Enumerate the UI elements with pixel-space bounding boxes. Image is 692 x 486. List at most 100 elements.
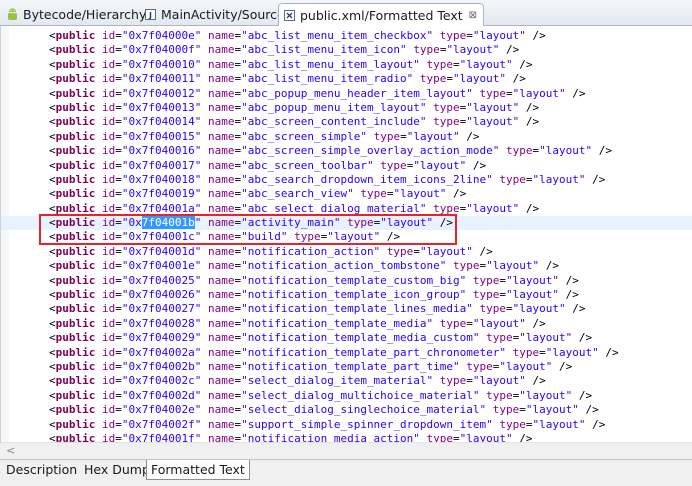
id-attribute: id: [102, 86, 116, 100]
code-line[interactable]: <public id="0x7f040012" name="abc_popup_…: [1, 87, 692, 101]
code-line[interactable]: <public id="0x7f04002c" name="select_dia…: [1, 374, 692, 388]
id-value: "0x7f04002f": [121, 417, 202, 431]
id-value: "0x7f040011": [121, 72, 202, 86]
tag-close: />: [572, 331, 593, 345]
code-line[interactable]: <public id="0x7f04001a" name="abc_select…: [1, 202, 692, 216]
id-value: "0x7f04000f": [121, 43, 202, 57]
type-value: "layout": [519, 331, 573, 345]
editor-tab-bar: Bytecode/Hierarchy J MainActivity/Source…: [0, 0, 692, 26]
code-line[interactable]: <public id="0x7f040028" name="notificati…: [1, 317, 692, 331]
tab-mainactivity-source[interactable]: J MainActivity/Source: [140, 3, 291, 26]
type-value: "layout": [512, 302, 566, 316]
tag-close: />: [565, 302, 586, 316]
id-attribute: id: [102, 288, 116, 302]
tag-keyword: public: [55, 29, 96, 42]
tag-open: <: [49, 187, 56, 201]
code-line[interactable]: <public id="0x7f04001c" name="build" typ…: [1, 230, 692, 244]
tag-open: <: [49, 374, 56, 388]
code-line[interactable]: <public id="0x7f04002e" name="select_dia…: [1, 403, 692, 417]
id-attribute: id: [102, 201, 116, 215]
tag-open: <: [49, 86, 56, 100]
code-line[interactable]: <public id="0x7f040029" name="notificati…: [1, 331, 692, 345]
name-attribute: name: [207, 201, 235, 215]
tag-close: />: [559, 288, 579, 302]
code-line[interactable]: <public id="0x7f040027" name="notificati…: [1, 302, 692, 316]
tab-label: Bytecode/Hierarchy: [23, 7, 147, 22]
id-attribute: id: [102, 187, 116, 201]
source-file-icon: J: [145, 9, 156, 20]
code-editor[interactable]: <public id="0x7f04000e" name="abc_list_m…: [0, 26, 692, 445]
svg-text:J: J: [148, 11, 152, 20]
code-line[interactable]: <public id="0x7f04002b" name="notificati…: [1, 360, 692, 374]
code-line[interactable]: <public id="0x7f040025" name="notificati…: [1, 274, 692, 288]
code-line[interactable]: <public id="0x7f040026" name="notificati…: [1, 288, 692, 302]
tab-public-xml-formatted[interactable]: public.xml/Formatted Text ⊠: [278, 3, 485, 26]
type-value: "layout": [327, 230, 381, 244]
tab-bytecode-hierarchy[interactable]: Bytecode/Hierarchy: [2, 3, 152, 26]
tag-close: />: [519, 201, 540, 215]
type-value: "layout": [413, 158, 467, 172]
id-attribute: id: [102, 129, 116, 143]
code-line[interactable]: <public id="0x7f04002d" name="select_dia…: [1, 389, 692, 403]
type-value: "layout": [453, 72, 507, 86]
type-attribute: type: [466, 359, 493, 373]
code-line[interactable]: <public id="0x7f04000e" name="abc_list_m…: [1, 29, 692, 43]
code-lines: <public id="0x7f04000e" name="abc_list_m…: [1, 29, 692, 446]
code-line[interactable]: <public id="0x7f040018" name="abc_search…: [1, 173, 692, 187]
tag-close: />: [519, 115, 540, 129]
tag-close: />: [525, 374, 546, 388]
code-line[interactable]: <public id="0x7f04001e" name="notificati…: [1, 259, 692, 273]
tab-hex-dump[interactable]: Hex Dump: [80, 460, 155, 480]
tag-keyword: public: [55, 129, 96, 143]
name-attribute: name: [207, 244, 235, 258]
android-icon: [8, 8, 17, 20]
tag-open: <: [49, 302, 56, 316]
horizontal-scrollbar[interactable]: <: [0, 442, 692, 459]
type-attribute: type: [360, 187, 387, 201]
close-tab-icon[interactable]: ⊠: [469, 10, 477, 21]
type-attribute: type: [479, 302, 507, 316]
name-value: "abc_list_menu_item_icon": [241, 43, 407, 57]
tag-open: <: [49, 144, 56, 158]
code-line[interactable]: <public id="0x7f040017" name="abc_screen…: [1, 159, 692, 173]
type-attribute: type: [373, 129, 401, 143]
tag-open: <: [49, 288, 56, 302]
type-attribute: type: [380, 158, 407, 172]
tab-formatted-text[interactable]: Formatted Text: [146, 460, 250, 480]
tag-keyword: public: [55, 86, 96, 100]
code-line[interactable]: <public id="0x7f04002f" name="support_si…: [1, 418, 692, 432]
type-value: "layout": [466, 100, 520, 114]
tag-close: />: [565, 86, 586, 100]
code-line[interactable]: <public id="0x7f040013" name="abc_popup_…: [1, 101, 692, 115]
tag-keyword: public: [55, 288, 96, 302]
code-line[interactable]: <public id="0x7f04000f" name="abc_list_m…: [1, 43, 692, 57]
type-value: "layout": [539, 144, 593, 158]
id-attribute: id: [102, 158, 116, 172]
id-value: "0x7f040015": [121, 129, 202, 143]
name-value: "notification_action_tombstone": [241, 259, 447, 273]
tab-description[interactable]: Description: [2, 460, 83, 480]
id-attribute: id: [102, 388, 116, 402]
tag-keyword: public: [55, 187, 96, 201]
tag-keyword: public: [55, 359, 96, 373]
name-attribute: name: [207, 129, 235, 143]
code-line[interactable]: <public id="0x7f040019" name="abc_search…: [1, 187, 692, 201]
name-attribute: name: [207, 172, 235, 186]
code-line[interactable]: <public id="0x7f040014" name="abc_screen…: [1, 115, 692, 129]
tag-close: />: [446, 187, 467, 201]
scroll-left-icon[interactable]: <: [6, 444, 15, 457]
code-line[interactable]: <public id="0x7f040015" name="abc_screen…: [1, 130, 692, 144]
tag-keyword: public: [55, 158, 96, 172]
code-line[interactable]: <public id="0x7f04002a" name="notificati…: [1, 346, 692, 360]
tag-keyword: public: [55, 230, 96, 244]
tag-close: />: [539, 259, 560, 273]
code-line[interactable]: <public id="0x7f04001d" name="notificati…: [1, 245, 692, 259]
code-line[interactable]: <public id="0x7f040016" name="abc_screen…: [1, 144, 692, 158]
type-value: "layout": [486, 259, 540, 273]
tag-open: <: [49, 273, 56, 287]
code-line[interactable]: <public id="0x7f040011" name="abc_list_m…: [1, 72, 692, 86]
code-line[interactable]: <public id="0x7f04001b" name="activity_m…: [1, 216, 692, 231]
code-line[interactable]: <public id="0x7f040010" name="abc_list_m…: [1, 58, 692, 72]
id-attribute: id: [102, 331, 116, 345]
tab-label: MainActivity/Source: [161, 7, 285, 22]
